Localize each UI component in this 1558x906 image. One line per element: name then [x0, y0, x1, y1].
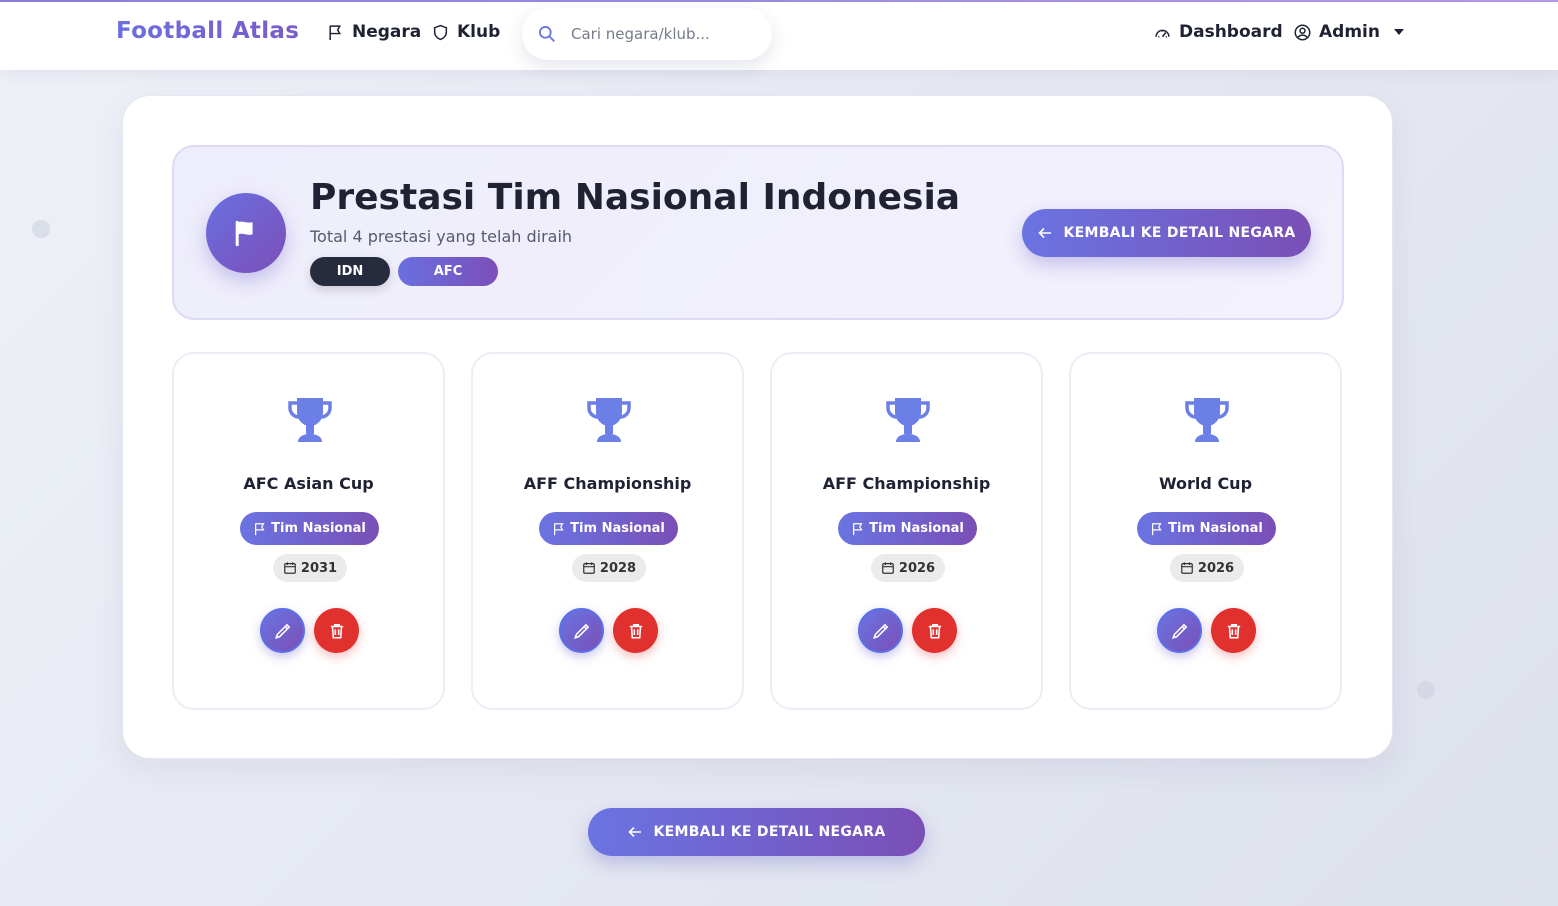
back-to-country-button[interactable]: KEMBALI KE DETAIL NEGARA: [1022, 209, 1311, 257]
nav-link-negara[interactable]: Negara: [327, 22, 421, 42]
pencil-icon: [573, 623, 589, 639]
navbar: Football Atlas Negara Klub Dashboard Adm…: [0, 2, 1558, 70]
category-badge: Tim Nasional: [539, 512, 678, 545]
confederation-badge: AFC: [398, 257, 498, 286]
pencil-icon: [1171, 623, 1187, 639]
trash-icon: [1227, 623, 1240, 639]
achievement-card: AFF Championship Tim Nasional 2026: [770, 352, 1043, 710]
edit-button[interactable]: [1157, 608, 1202, 653]
shield-icon: [433, 24, 448, 40]
achievement-card: AFC Asian Cup Tim Nasional 2031: [172, 352, 445, 710]
page-header: Prestasi Tim Nasional Indonesia Total 4 …: [172, 145, 1344, 320]
year-label: 2026: [898, 560, 936, 576]
back-button-label: KEMBALI KE DETAIL NEGARA: [653, 824, 886, 840]
nav-link-label: Klub: [457, 22, 501, 42]
admin-dropdown[interactable]: Admin: [1294, 22, 1404, 42]
delete-button[interactable]: [1211, 608, 1256, 653]
calendar-icon: [1181, 562, 1193, 574]
arrow-left-icon: [1038, 227, 1052, 239]
achievement-title: AFF Championship: [523, 474, 692, 493]
year-badge: 2026: [1170, 554, 1244, 582]
trophy-icon: [886, 398, 930, 442]
achievement-title: AFC Asian Cup: [243, 474, 374, 493]
flag-avatar: [206, 193, 286, 273]
pencil-icon: [872, 623, 888, 639]
delete-button[interactable]: [613, 608, 658, 653]
calendar-icon: [284, 562, 296, 574]
search-box: [522, 8, 772, 60]
flag-icon: [554, 522, 564, 535]
speedometer-icon: [1155, 29, 1170, 37]
trophy-icon: [1185, 398, 1229, 442]
arrow-left-icon: [628, 826, 642, 838]
calendar-icon: [882, 562, 894, 574]
search-icon: [539, 26, 555, 42]
category-badge: Tim Nasional: [838, 512, 977, 545]
year-badge: 2026: [871, 554, 945, 582]
year-badge: 2031: [273, 554, 347, 582]
category-label: Tim Nasional: [570, 521, 665, 536]
nav-link-label: Negara: [352, 22, 422, 42]
chevron-down-icon: [1393, 29, 1404, 35]
calendar-icon: [583, 562, 595, 574]
delete-button[interactable]: [314, 608, 359, 653]
country-code-badge: IDN: [310, 257, 390, 286]
trash-icon: [330, 623, 343, 639]
year-label: 2031: [300, 560, 338, 576]
page-subtitle: Total 4 prestasi yang telah diraih: [310, 227, 573, 246]
pencil-icon: [274, 623, 290, 639]
trophy-icon: [587, 398, 631, 442]
year-label: 2028: [599, 560, 637, 576]
main-card: Prestasi Tim Nasional Indonesia Total 4 …: [122, 95, 1393, 759]
edit-button[interactable]: [559, 608, 604, 653]
flag-icon: [329, 24, 342, 40]
decor-dot: [1417, 681, 1435, 699]
category-label: Tim Nasional: [869, 521, 964, 536]
nav-link-klub[interactable]: Klub: [432, 22, 500, 42]
year-label: 2026: [1197, 560, 1235, 576]
decor-dot: [32, 220, 50, 238]
admin-label: Admin: [1319, 22, 1380, 42]
back-to-country-button-bottom[interactable]: KEMBALI KE DETAIL NEGARA: [588, 808, 925, 856]
trash-icon: [928, 623, 941, 639]
brand-logo[interactable]: Football Atlas: [116, 18, 299, 44]
achievement-card: AFF Championship Tim Nasional 2028: [471, 352, 744, 710]
category-badge: Tim Nasional: [1137, 512, 1276, 545]
flag-icon: [1152, 522, 1162, 535]
achievement-title: AFF Championship: [822, 474, 991, 493]
flag-icon: [853, 522, 863, 535]
trophy-icon: [288, 398, 332, 442]
flag-icon: [255, 522, 265, 535]
nav-link-label: Dashboard: [1179, 22, 1283, 42]
edit-button[interactable]: [260, 608, 305, 653]
category-label: Tim Nasional: [1168, 521, 1263, 536]
achievement-card: World Cup Tim Nasional 2026: [1069, 352, 1342, 710]
year-badge: 2028: [572, 554, 646, 582]
search-input[interactable]: [571, 25, 741, 43]
category-label: Tim Nasional: [271, 521, 366, 536]
edit-button[interactable]: [858, 608, 903, 653]
back-button-label: KEMBALI KE DETAIL NEGARA: [1063, 225, 1296, 241]
delete-button[interactable]: [912, 608, 957, 653]
category-badge: Tim Nasional: [240, 512, 379, 545]
achievement-title: World Cup: [1158, 474, 1253, 493]
nav-link-dashboard[interactable]: Dashboard: [1154, 22, 1283, 42]
trash-icon: [629, 623, 642, 639]
user-circle-icon: [1294, 24, 1311, 40]
page-title: Prestasi Tim Nasional Indonesia: [310, 177, 961, 218]
flag-icon: [235, 220, 253, 247]
